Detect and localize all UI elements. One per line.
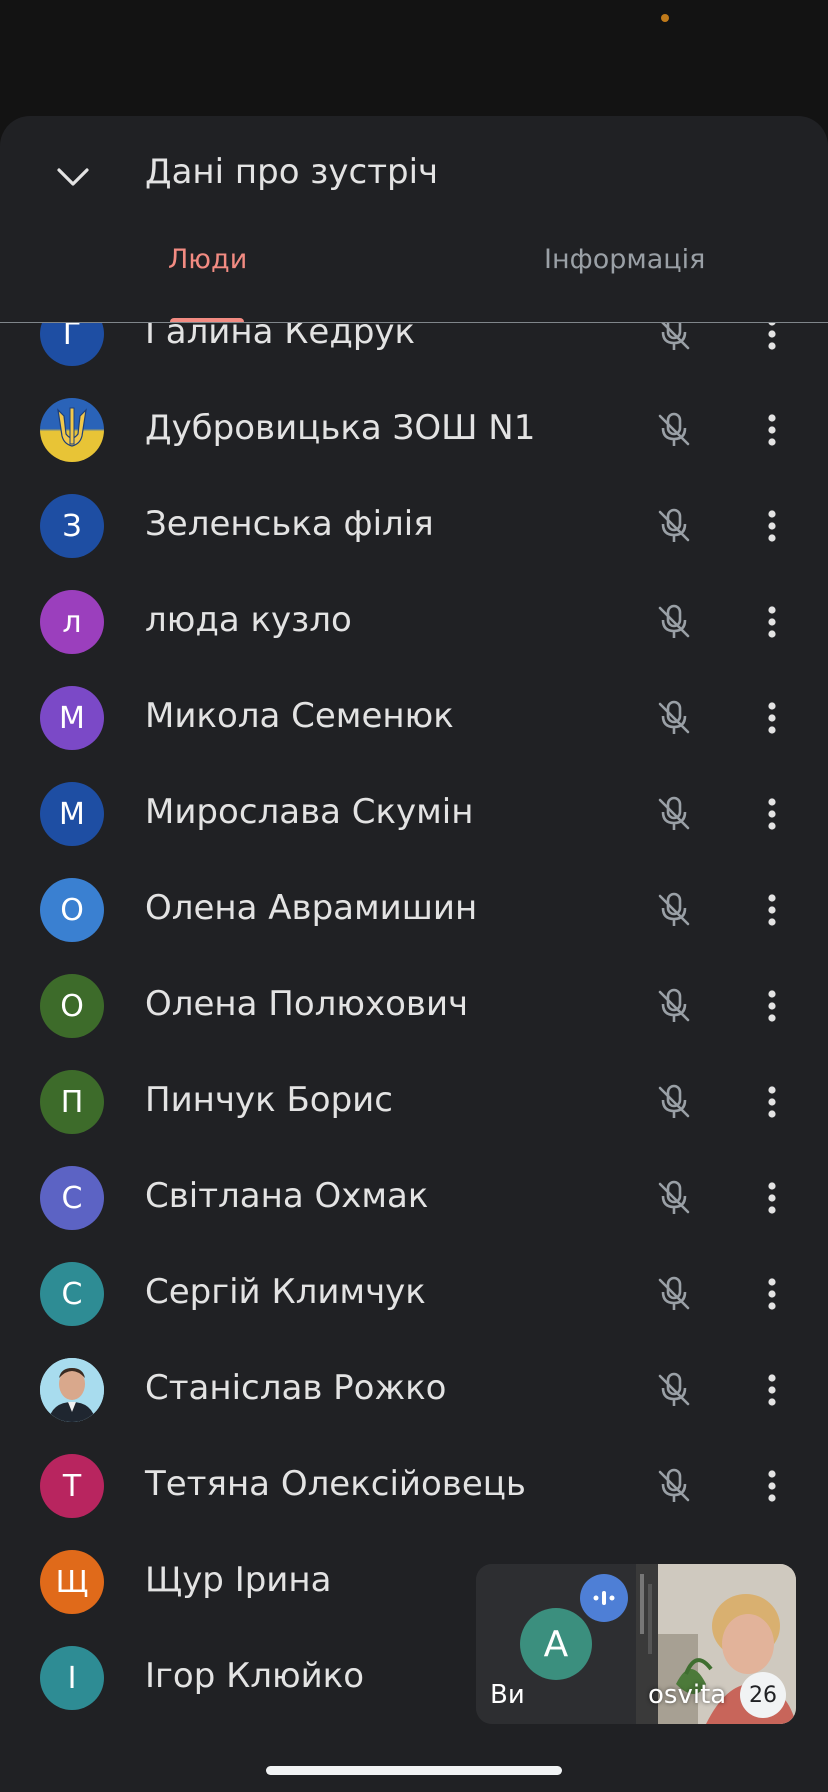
trident-emblem-icon: [57, 407, 87, 447]
speaking-indicator-icon: [580, 1574, 628, 1622]
participant-row[interactable]: М Микола Семенюк: [0, 670, 828, 766]
participant-avatar: М: [40, 782, 104, 846]
collapse-button[interactable]: [48, 152, 98, 202]
tab-information[interactable]: Інформація: [544, 244, 705, 292]
more-options-icon[interactable]: [754, 888, 790, 932]
participant-avatar: С: [40, 1262, 104, 1326]
participant-count-badge: 26: [740, 1672, 786, 1718]
participant-name: Олена Аврамишин: [145, 888, 478, 928]
mic-off-icon[interactable]: [654, 602, 694, 642]
participant-name: Сергій Климчук: [145, 1272, 426, 1312]
pip-self-label: Ви: [490, 1680, 525, 1710]
participant-name: Галина Кедрук: [145, 323, 416, 352]
mic-off-icon[interactable]: [654, 1274, 694, 1314]
mic-off-icon[interactable]: [654, 1082, 694, 1122]
participant-row[interactable]: Станіслав Рожко: [0, 1342, 828, 1438]
participant-avatar: З: [40, 494, 104, 558]
participant-row[interactable]: О Олена Полюхович: [0, 958, 828, 1054]
participant-row[interactable]: М Мирослава Скумін: [0, 766, 828, 862]
pip-remote-label: osvita: [648, 1680, 727, 1710]
participant-name: Дубровицька ЗОШ N1: [145, 408, 536, 448]
participant-name: люда кузло: [145, 600, 352, 640]
participant-name: Зеленська філія: [145, 504, 434, 544]
participant-avatar: л: [40, 590, 104, 654]
participant-name: Микола Семенюк: [145, 696, 454, 736]
more-options-icon[interactable]: [754, 1080, 790, 1124]
more-options-icon[interactable]: [754, 792, 790, 836]
mic-off-icon[interactable]: [654, 1178, 694, 1218]
participant-name: Ігор Клюйко: [145, 1656, 365, 1696]
more-options-icon[interactable]: [754, 1368, 790, 1412]
participant-row[interactable]: П Пинчук Борис: [0, 1054, 828, 1150]
mic-off-icon[interactable]: [654, 1466, 694, 1506]
more-options-icon[interactable]: [754, 504, 790, 548]
pip-self-avatar: A: [520, 1608, 592, 1680]
participant-avatar: І: [40, 1646, 104, 1710]
tab-people[interactable]: Люди: [168, 244, 247, 292]
app-screen: Дані про зустріч Люди Інформація Г Галина…: [0, 0, 828, 1792]
more-options-icon[interactable]: [754, 1176, 790, 1220]
participant-avatar: О: [40, 878, 104, 942]
picture-in-picture-tile[interactable]: A Ви osvita 26: [476, 1564, 796, 1724]
mic-off-icon[interactable]: [654, 410, 694, 450]
more-options-icon[interactable]: [754, 696, 790, 740]
participant-avatar: П: [40, 1070, 104, 1134]
participant-row[interactable]: Дубровицька ЗОШ N1: [0, 382, 828, 478]
mic-off-icon[interactable]: [654, 890, 694, 930]
mic-off-icon[interactable]: [654, 986, 694, 1026]
participant-avatar: М: [40, 686, 104, 750]
mic-off-icon[interactable]: [654, 506, 694, 546]
participant-name: Мирослава Скумін: [145, 792, 474, 832]
participant-avatar: С: [40, 1166, 104, 1230]
participant-row[interactable]: Г Галина Кедрук: [0, 323, 828, 382]
participant-name: Тетяна Олексійовець: [145, 1464, 526, 1504]
mic-off-icon[interactable]: [654, 794, 694, 834]
participant-avatar: О: [40, 974, 104, 1038]
more-options-icon[interactable]: [754, 408, 790, 452]
more-options-icon[interactable]: [754, 1272, 790, 1316]
home-indicator[interactable]: [266, 1766, 562, 1775]
participant-name: Пинчук Борис: [145, 1080, 393, 1120]
mic-off-icon[interactable]: [654, 1370, 694, 1410]
pip-remote-video: osvita 26: [636, 1564, 796, 1724]
participant-row[interactable]: О Олена Аврамишин: [0, 862, 828, 958]
participant-name: Щур Ірина: [145, 1560, 332, 1600]
participant-avatar: [40, 1358, 104, 1422]
sheet-header: Дані про зустріч: [0, 116, 828, 212]
mic-off-icon[interactable]: [654, 323, 694, 354]
mic-off-icon[interactable]: [654, 698, 694, 738]
participant-avatar: Г: [40, 323, 104, 366]
participant-avatar: Щ: [40, 1550, 104, 1614]
more-options-icon[interactable]: [754, 984, 790, 1028]
participant-row[interactable]: л люда кузло: [0, 574, 828, 670]
meeting-details-sheet: Дані про зустріч Люди Інформація Г Галина…: [0, 116, 828, 1792]
man-portrait-photo: [40, 1358, 104, 1422]
camera-indicator-dot: [661, 14, 669, 22]
participant-row[interactable]: Т Тетяна Олексійовець: [0, 1438, 828, 1534]
participant-row[interactable]: С Сергій Климчук: [0, 1246, 828, 1342]
participant-name: Станіслав Рожко: [145, 1368, 447, 1408]
participant-name: Світлана Охмак: [145, 1176, 429, 1216]
participant-avatar: Т: [40, 1454, 104, 1518]
tab-bar: Люди Інформація: [0, 244, 828, 292]
sheet-title: Дані про зустріч: [145, 152, 439, 192]
chevron-down-icon: [57, 168, 89, 186]
participant-row[interactable]: С Світлана Охмак: [0, 1150, 828, 1246]
more-options-icon[interactable]: [754, 323, 790, 356]
more-options-icon[interactable]: [754, 1464, 790, 1508]
pip-self-tile: A Ви: [476, 1564, 636, 1724]
participant-row[interactable]: З Зеленська філія: [0, 478, 828, 574]
more-options-icon[interactable]: [754, 600, 790, 644]
participant-name: Олена Полюхович: [145, 984, 469, 1024]
participant-avatar: [40, 398, 104, 462]
